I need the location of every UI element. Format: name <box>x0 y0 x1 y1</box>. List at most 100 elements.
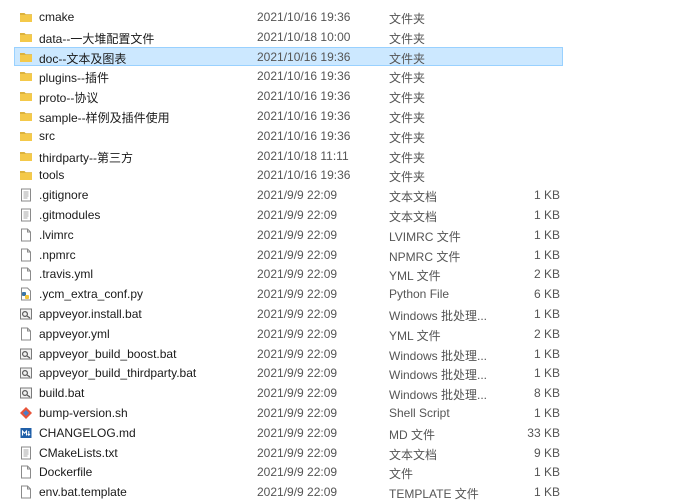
blank-file-icon <box>19 465 33 479</box>
file-size: 9 KB <box>533 445 560 460</box>
file-size: 6 KB <box>533 287 560 302</box>
file-date-modified: 2021/9/9 22:09 <box>257 188 338 203</box>
file-row[interactable]: .travis.yml 2021/9/9 22:09 YML 文件 2 KB <box>14 264 563 284</box>
file-list: cmake 2021/10/16 19:36 文件夹 data--一大堆配置文件… <box>14 7 574 502</box>
file-row[interactable]: CHANGELOG.md 2021/9/9 22:09 MD 文件 33 KB <box>14 423 563 443</box>
file-name: appveyor.yml <box>39 326 110 341</box>
file-name: appveyor_build_boost.bat <box>39 346 177 361</box>
file-date-modified: 2021/9/9 22:09 <box>257 207 338 222</box>
file-date-modified: 2021/9/9 22:09 <box>257 287 338 302</box>
file-row[interactable]: appveyor_build_boost.bat 2021/9/9 22:09 … <box>14 344 563 364</box>
file-row[interactable]: sample--样例及插件使用 2021/10/16 19:36 文件夹 <box>14 106 563 126</box>
file-name: .lvimrc <box>39 227 74 242</box>
file-date-modified: 2021/10/18 11:11 <box>257 148 349 163</box>
file-type: 文件夹 <box>389 150 426 165</box>
file-type: Shell Script <box>389 405 450 420</box>
file-name: doc--文本及图表 <box>39 51 127 66</box>
file-name: cmake <box>39 10 75 24</box>
file-type: 文本文档 <box>389 447 438 462</box>
file-size: 1 KB <box>533 247 560 262</box>
file-date-modified: 2021/10/16 19:36 <box>257 10 351 24</box>
file-row[interactable]: tools 2021/10/16 19:36 文件夹 <box>14 165 563 185</box>
folder-icon <box>19 149 33 163</box>
file-type: 文件夹 <box>389 130 426 145</box>
file-row[interactable]: .gitignore 2021/9/9 22:09 文本文档 1 KB <box>14 185 563 205</box>
file-type: 文本文档 <box>389 190 438 205</box>
file-date-modified: 2021/10/16 19:36 <box>257 49 351 64</box>
file-date-modified: 2021/10/16 19:36 <box>257 89 351 104</box>
file-size: 1 KB <box>533 306 560 321</box>
file-row[interactable]: .gitmodules 2021/9/9 22:09 文本文档 1 KB <box>14 205 563 225</box>
file-row[interactable]: build.bat 2021/9/9 22:09 Windows 批处理... … <box>14 383 563 403</box>
file-row[interactable]: cmake 2021/10/16 19:36 文件夹 <box>14 7 563 27</box>
file-type: LVIMRC 文件 <box>389 229 461 244</box>
file-name: thirdparty--第三方 <box>39 150 134 165</box>
file-type: 文件夹 <box>389 71 426 86</box>
file-name: appveyor_build_thirdparty.bat <box>39 366 197 381</box>
file-row[interactable]: Dockerfile 2021/9/9 22:09 文件 1 KB <box>14 462 563 482</box>
batch-file-icon <box>19 307 33 321</box>
file-size: 1 KB <box>533 366 560 381</box>
file-row[interactable]: plugins--插件 2021/10/16 19:36 文件夹 <box>14 66 563 86</box>
blank-file-icon <box>19 228 33 242</box>
file-type: 文件夹 <box>389 12 426 26</box>
git-shell-icon <box>19 406 33 420</box>
file-name: .gitmodules <box>39 207 101 222</box>
file-row[interactable]: src 2021/10/16 19:36 文件夹 <box>14 126 563 146</box>
folder-icon <box>19 50 33 64</box>
file-type: Windows 批处理... <box>389 368 488 383</box>
file-type: Python File <box>389 287 450 302</box>
file-name: sample--样例及插件使用 <box>39 110 170 125</box>
file-row[interactable]: appveyor_build_thirdparty.bat 2021/9/9 2… <box>14 363 563 383</box>
file-name: CHANGELOG.md <box>39 425 136 440</box>
folder-icon <box>19 109 33 123</box>
file-row[interactable]: appveyor.install.bat 2021/9/9 22:09 Wind… <box>14 304 563 324</box>
file-size: 1 KB <box>533 465 560 480</box>
file-size: 1 KB <box>533 207 560 222</box>
file-size: 1 KB <box>533 227 560 242</box>
file-row[interactable]: proto--协议 2021/10/16 19:36 文件夹 <box>14 86 563 106</box>
file-name: appveyor.install.bat <box>39 306 142 321</box>
file-size: 1 KB <box>533 346 560 361</box>
file-size: 1 KB <box>533 188 560 203</box>
file-date-modified: 2021/9/9 22:09 <box>257 405 338 420</box>
batch-file-icon <box>19 366 33 380</box>
file-date-modified: 2021/10/16 19:36 <box>257 168 351 183</box>
file-row[interactable]: doc--文本及图表 2021/10/16 19:36 文件夹 <box>14 46 563 67</box>
blank-file-icon <box>19 248 33 262</box>
file-type: TEMPLATE 文件 <box>389 487 479 502</box>
file-name: Dockerfile <box>39 465 93 480</box>
file-type: 文件夹 <box>389 91 426 106</box>
file-date-modified: 2021/10/16 19:36 <box>257 128 351 143</box>
file-type: 文本文档 <box>389 209 438 224</box>
file-row[interactable]: CMakeLists.txt 2021/9/9 22:09 文本文档 9 KB <box>14 443 563 463</box>
file-size: 2 KB <box>533 267 560 282</box>
blank-file-icon <box>19 327 33 341</box>
file-row[interactable]: .npmrc 2021/9/9 22:09 NPMRC 文件 1 KB <box>14 245 563 265</box>
file-name: data--一大堆配置文件 <box>39 31 155 46</box>
file-name: .gitignore <box>39 188 89 203</box>
file-row[interactable]: appveyor.yml 2021/9/9 22:09 YML 文件 2 KB <box>14 324 563 344</box>
folder-icon <box>19 30 33 44</box>
file-type: YML 文件 <box>389 269 441 284</box>
file-type: Windows 批处理... <box>389 308 488 323</box>
file-date-modified: 2021/9/9 22:09 <box>257 465 338 480</box>
file-row[interactable]: .lvimrc 2021/9/9 22:09 LVIMRC 文件 1 KB <box>14 225 563 245</box>
file-date-modified: 2021/9/9 22:09 <box>257 485 338 500</box>
file-date-modified: 2021/9/9 22:09 <box>257 386 338 401</box>
folder-icon <box>19 129 33 143</box>
file-row[interactable]: .ycm_extra_conf.py 2021/9/9 22:09 Python… <box>14 284 563 304</box>
file-size: 33 KB <box>527 425 560 440</box>
file-type: MD 文件 <box>389 427 435 442</box>
text-document-icon <box>19 208 33 222</box>
folder-icon <box>19 168 33 182</box>
file-size: 2 KB <box>533 326 560 341</box>
file-row[interactable]: bump-version.sh 2021/9/9 22:09 Shell Scr… <box>14 403 563 423</box>
file-type: Windows 批处理... <box>389 388 488 403</box>
file-size: 1 KB <box>533 485 560 500</box>
file-row[interactable]: thirdparty--第三方 2021/10/18 11:11 文件夹 <box>14 146 563 166</box>
file-row[interactable]: env.bat.template 2021/9/9 22:09 TEMPLATE… <box>14 482 563 502</box>
file-row[interactable]: data--一大堆配置文件 2021/10/18 10:00 文件夹 <box>14 27 563 47</box>
file-size: 8 KB <box>533 386 560 401</box>
file-name: .ycm_extra_conf.py <box>39 287 144 302</box>
